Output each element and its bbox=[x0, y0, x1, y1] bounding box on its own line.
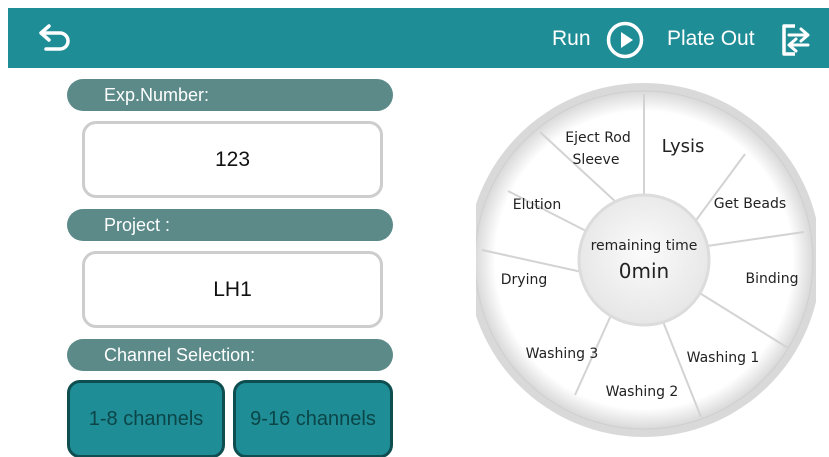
segment-get-beads: Get Beads bbox=[714, 196, 786, 212]
segment-eject-rod: Eject Rod bbox=[565, 130, 631, 146]
process-wheel: remaining time 0min Eject Rod Sleeve Lys… bbox=[476, 83, 816, 437]
top-bar: Run Plate Out bbox=[8, 8, 829, 68]
run-label[interactable]: Run bbox=[552, 27, 591, 51]
segment-washing-2: Washing 2 bbox=[606, 384, 679, 400]
remaining-time-value: 0min bbox=[619, 259, 669, 283]
segment-binding: Binding bbox=[746, 271, 799, 287]
plate-out-label[interactable]: Plate Out bbox=[667, 27, 755, 51]
channels-9-16-button[interactable]: 9-16 channels bbox=[233, 380, 393, 457]
channel-selection-label: Channel Selection: bbox=[67, 339, 393, 371]
segment-washing-3: Washing 3 bbox=[526, 346, 599, 362]
export-icon[interactable] bbox=[781, 23, 813, 57]
back-arrow-icon[interactable] bbox=[38, 22, 74, 54]
project-field[interactable]: LH1 bbox=[82, 251, 383, 328]
segment-sleeve: Sleeve bbox=[573, 152, 620, 168]
exp-number-label: Exp.Number: bbox=[67, 79, 393, 111]
exp-number-field[interactable]: 123 bbox=[82, 121, 383, 198]
segment-washing-1: Washing 1 bbox=[687, 350, 760, 366]
remaining-time-label: remaining time bbox=[591, 238, 698, 254]
segment-elution: Elution bbox=[513, 197, 561, 213]
channels-1-8-button[interactable]: 1-8 channels bbox=[67, 380, 225, 457]
segment-drying: Drying bbox=[501, 272, 547, 288]
play-circle-icon[interactable] bbox=[606, 21, 644, 59]
segment-lysis: Lysis bbox=[662, 136, 705, 157]
project-label: Project : bbox=[67, 209, 393, 241]
